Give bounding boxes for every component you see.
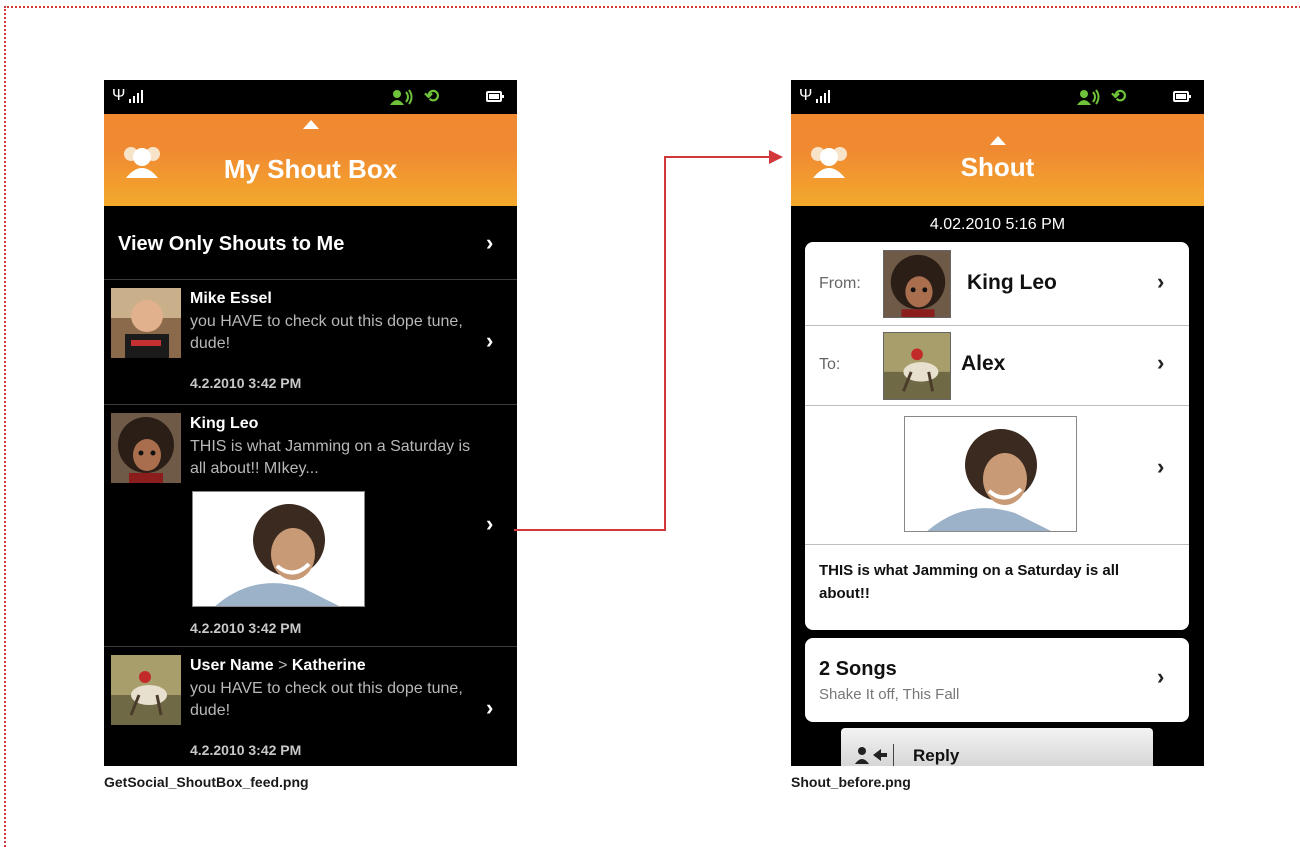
flow-connector-arrow [514,150,783,531]
